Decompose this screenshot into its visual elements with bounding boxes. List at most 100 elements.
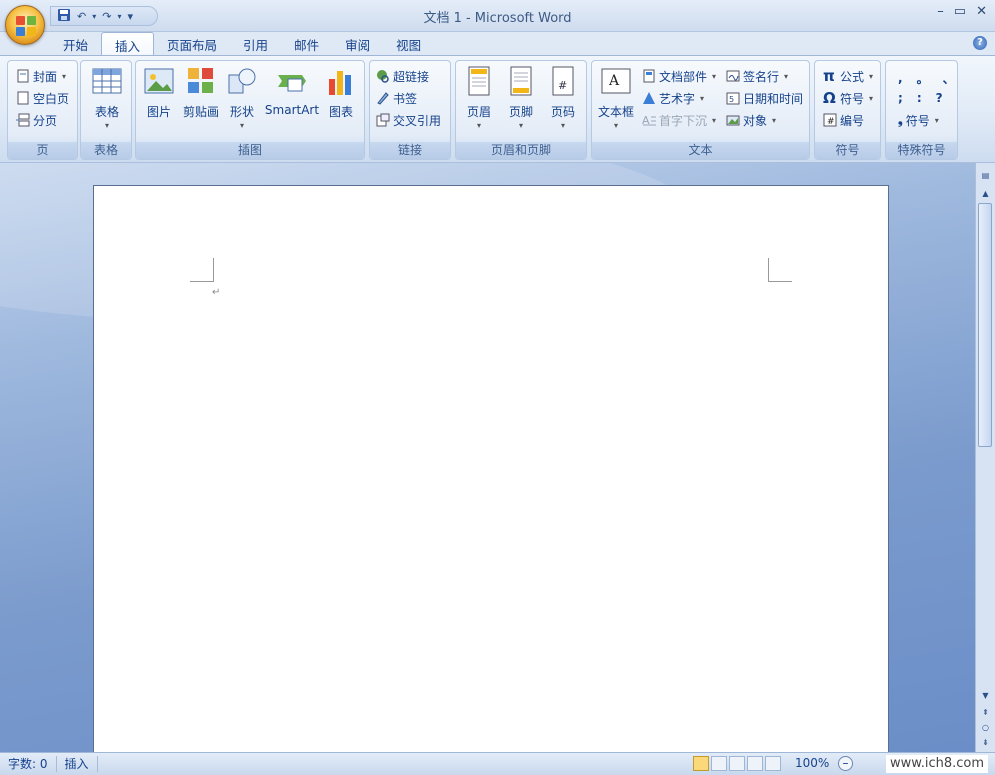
textbox-icon: A [600,65,632,97]
special-char-semicolon[interactable]: ; [898,91,903,105]
symbol-button[interactable]: Ω 符号 ▾ [823,89,873,107]
table-button[interactable]: 表格 ▾ [90,65,124,130]
group-symbols: π 公式 ▾ Ω 符号 ▾ # 编号 符号 [814,60,881,160]
zoom-out-icon[interactable]: – [838,756,853,771]
pi-icon: π [823,67,835,85]
chart-button[interactable]: 图表 [324,65,358,120]
full-screen-reading-view-icon[interactable] [711,756,727,771]
insert-mode[interactable]: 插入 [57,756,98,772]
outline-view-icon[interactable] [747,756,763,771]
footer-button[interactable]: 页脚 ▾ [504,65,538,130]
textbox-button[interactable]: A 文本框 ▾ [596,65,636,130]
drop-cap-button[interactable]: A 首字下沉 ▾ [642,111,716,129]
window-title: 文档 1 - Microsoft Word [423,11,572,26]
special-char-question[interactable]: ? [936,91,943,105]
numbering-button[interactable]: # 编号 [823,111,864,129]
document-page[interactable]: ↵ [93,185,889,752]
group-label: 符号 [815,142,880,159]
window-controls: – ▭ ✕ [937,4,987,19]
office-button[interactable] [5,5,45,45]
page-break-button[interactable]: 分页 [16,111,57,129]
clipart-button[interactable]: 剪贴画 [180,65,222,120]
print-layout-view-icon[interactable] [693,756,709,771]
tab-mailings[interactable]: 邮件 [281,32,332,56]
wordart-icon [642,91,656,105]
scroll-down-icon[interactable]: ▼ [978,689,993,703]
special-char-enum-comma[interactable]: 、 [943,70,955,87]
zoom-level[interactable]: 100% [795,756,829,770]
minimize-icon[interactable]: – [937,4,944,19]
group-label: 页 [8,142,77,159]
next-page-icon[interactable]: ⇟ [978,736,993,750]
numbering-icon: # [823,113,837,127]
help-icon[interactable]: ? [973,36,987,50]
vertical-scrollbar[interactable]: ▤ ▲ ▼ ⇞ ○ ⇟ [975,163,995,752]
smartart-icon [276,65,308,97]
object-button[interactable]: 对象 ▾ [726,111,776,129]
previous-page-icon[interactable]: ⇞ [978,706,993,720]
special-symbol-more-button[interactable]: ❟ 符号 ▾ [898,111,939,129]
maximize-icon[interactable]: ▭ [954,4,966,19]
web-layout-view-icon[interactable] [729,756,745,771]
cover-page-button[interactable]: 封面 ▾ [16,67,66,85]
equation-button[interactable]: π 公式 ▾ [823,67,873,85]
group-table: 表格 ▾ 表格 [80,60,132,160]
svg-text:A: A [608,73,620,89]
shapes-button[interactable]: 形状 ▾ [225,65,259,130]
blank-page-button[interactable]: 空白页 [16,89,69,107]
corner-mark-left [190,258,214,282]
close-icon[interactable]: ✕ [976,4,987,19]
special-chars-row-1: , 。 、 [898,69,955,87]
omega-icon: Ω [823,89,836,107]
svg-text:#: # [558,79,567,92]
symbol-bullet-icon: ❟ [898,112,903,127]
group-label: 链接 [370,142,450,159]
tab-home[interactable]: 开始 [50,32,101,56]
group-label: 插图 [136,142,364,159]
svg-text:5: 5 [729,95,734,104]
special-char-period[interactable]: 。 [917,70,929,87]
bookmark-icon [376,91,390,105]
header-button[interactable]: 页眉 ▾ [462,65,496,130]
group-special-symbols: , 。 、 ; : ? ❟ 符号 ▾ 特殊符号 [885,60,958,160]
date-time-button[interactable]: 5 日期和时间 [726,89,803,107]
signature-line-button[interactable]: 签名行 ▾ [726,67,788,85]
tab-view[interactable]: 视图 [383,32,434,56]
tab-page-layout[interactable]: 页面布局 [154,32,230,56]
smartart-button[interactable]: SmartArt [264,65,320,117]
tab-references[interactable]: 引用 [230,32,281,56]
draft-view-icon[interactable] [765,756,781,771]
watermark: www.ich8.com [886,755,989,773]
blank-page-icon [16,91,30,105]
tab-review[interactable]: 审阅 [332,32,383,56]
calendar-icon: 5 [726,91,740,105]
hyperlink-button[interactable]: 超链接 [376,67,429,85]
clipart-icon [185,65,217,97]
group-header-footer: 页眉 ▾ 页脚 ▾ # 页码 ▾ 页眉和页脚 [455,60,587,160]
object-icon [726,113,740,127]
page-number-icon: # [547,65,579,97]
group-label: 表格 [81,142,131,159]
view-buttons [693,756,781,771]
special-char-comma[interactable]: , [898,71,903,85]
page-number-button[interactable]: # 页码 ▾ [546,65,580,130]
quick-parts-icon [642,69,656,83]
cross-reference-button[interactable]: 交叉引用 [376,111,441,129]
quick-parts-button[interactable]: 文档部件 ▾ [642,67,716,85]
office-logo-icon [16,16,36,36]
bookmark-button[interactable]: 书签 [376,89,417,107]
picture-button[interactable]: 图片 [142,65,176,120]
tab-insert[interactable]: 插入 [101,32,155,56]
scroll-thumb[interactable] [978,203,992,447]
scroll-up-icon[interactable]: ▲ [978,187,993,201]
word-count[interactable]: 字数: 0 [0,756,57,772]
browse-object-icon[interactable]: ○ [978,721,993,735]
document-area: ↵ [0,163,975,752]
special-char-colon[interactable]: : [917,91,922,105]
ruler-toggle-icon[interactable]: ▤ [978,169,993,183]
chart-icon [325,65,357,97]
page-break-icon [16,113,30,127]
wordart-button[interactable]: 艺术字 ▾ [642,89,704,107]
status-bar: 字数: 0 插入 100% – [0,752,995,775]
signature-icon [726,69,740,83]
